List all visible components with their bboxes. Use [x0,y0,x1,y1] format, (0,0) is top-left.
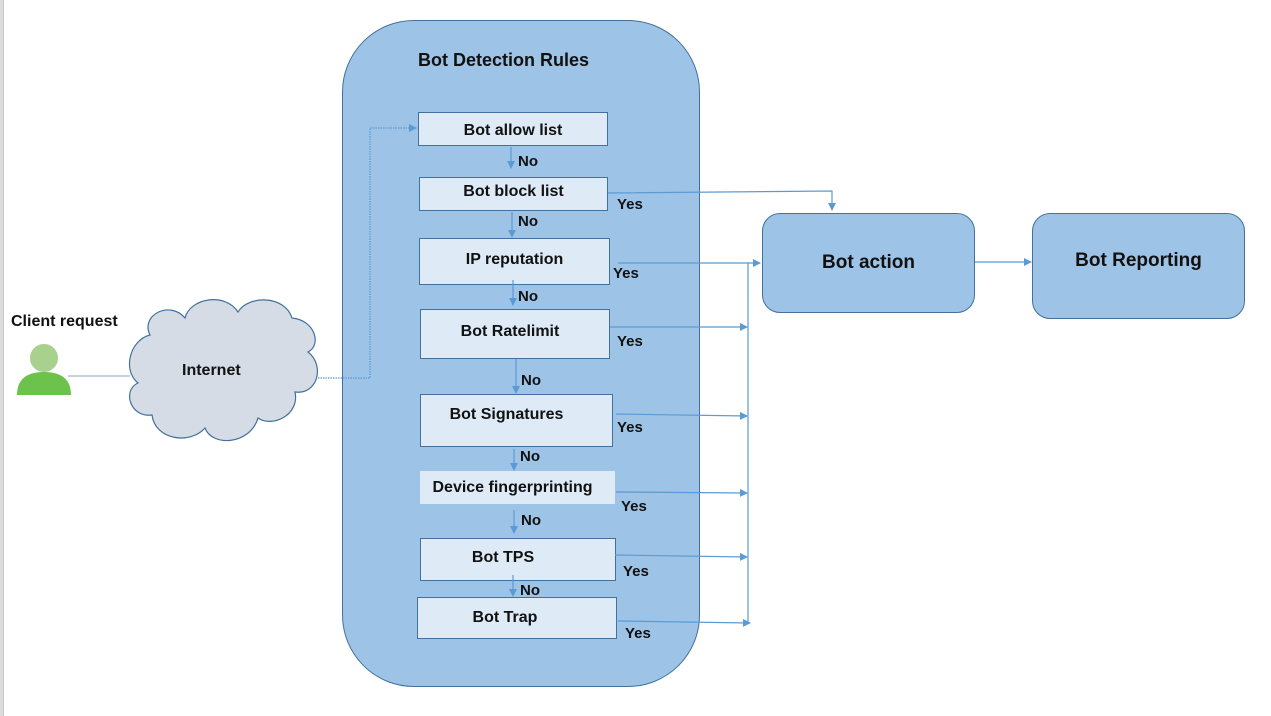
user-icon [10,335,80,397]
internet-to-rules-connector [318,124,417,379]
diagram-connectors [10,124,1032,627]
internet-label: Internet [182,362,241,379]
yes-connectors [607,190,836,627]
client-request-label: Client request [11,313,118,330]
no-connectors [507,147,520,597]
